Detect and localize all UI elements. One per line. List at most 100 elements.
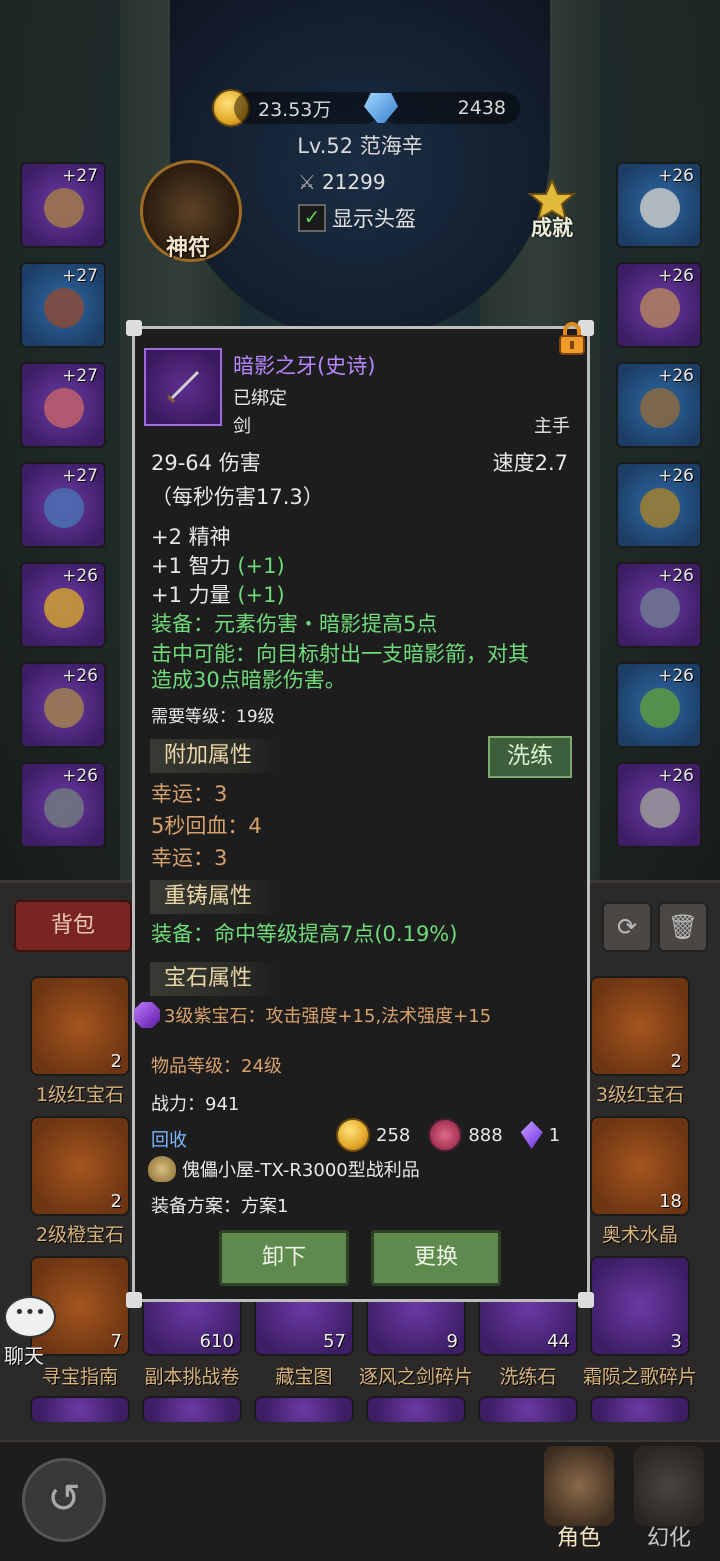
recycle-label[interactable]: 回收 [151,1126,187,1152]
helmet-icon [44,188,84,228]
wash-button[interactable]: 洗练 [488,736,572,778]
equip-slot-trinket1[interactable]: +26 [616,662,702,748]
ring-icon [640,588,680,628]
bag-tab[interactable]: 背包 [14,900,132,952]
enhance-level: +26 [658,166,694,186]
checkbox-checked-icon[interactable]: ✓ [298,204,326,232]
back-arrow-icon[interactable]: ↺ [22,1458,106,1542]
enhance-level: +27 [62,166,98,186]
item-count: 2 [670,1051,682,1072]
nav-illusion[interactable]: 幻化 [624,1446,714,1556]
item-name: 藏宝图 [275,1366,333,1388]
combat-power-value: 21299 [321,170,386,194]
combat-power: ⚔ 21299 [298,170,386,194]
nav-character[interactable]: 角色 [534,1446,624,1556]
bag-item[interactable] [30,1396,130,1422]
trash-icon[interactable]: 🗑 [658,902,708,952]
bag-item[interactable] [366,1396,466,1422]
chat-button[interactable]: ••• 聊天 [4,1296,56,1368]
gem-header: 宝石属性 [150,962,280,996]
item-name: 副本挑战卷 [144,1366,240,1388]
equip-slot-ring1[interactable]: +26 [616,462,702,548]
damage: 29-64 伤害 [151,451,261,475]
tooltip-corner [126,320,142,336]
sort-refresh-icon[interactable]: ⟳ [602,902,652,952]
nav-character-label: 角色 [556,1526,601,1551]
purple-crystal-icon [520,1121,543,1149]
rune-dust-icon [428,1118,463,1152]
shoulder-icon [44,388,84,428]
recycle-crystal: 1 [548,1124,561,1146]
equip-slot-wrist[interactable]: +26 [20,562,106,648]
item-count: 610 [199,1331,234,1352]
enhance-level: +26 [658,666,694,686]
bag-item[interactable] [590,1396,690,1422]
item-source: 傀儡小屋-TX-R3000型战利品 [148,1156,420,1182]
viking-helmet-icon [544,1446,614,1526]
trinket-icon [640,788,680,828]
bind-status: 已绑定 [233,388,287,409]
bag-item[interactable]: 3 [590,1256,690,1356]
bag-item[interactable]: 2 [30,1116,130,1216]
bag-item[interactable] [478,1396,578,1422]
recycle-gold: 258 [376,1124,411,1146]
legs-icon [640,288,680,328]
equip-slot-feet[interactable]: +26 [616,362,702,448]
nav-illusion-label: 幻化 [646,1526,691,1551]
item-count: 2 [110,1051,122,1072]
equip-slot-back[interactable]: +26 [616,162,702,248]
item-name: 3级红宝石 [595,1084,685,1106]
bag-item[interactable]: 18 [590,1116,690,1216]
enhance-level: +26 [658,566,694,586]
item-name: 洗练石 [499,1366,557,1388]
chat-bubble-icon: ••• [4,1296,56,1338]
rune-label: 神符 [165,236,210,261]
item-icon-frame [144,348,222,426]
equip-slot-ring2[interactable]: +26 [616,562,702,648]
gold-currency: 23.53万 [212,88,380,128]
item-level: 物品等级：24级 [151,1056,282,1077]
bag-item[interactable] [254,1396,354,1422]
item-name: 奥术水晶 [601,1224,678,1246]
diamond-currency: 2438 [364,88,520,128]
show-helmet-toggle[interactable]: ✓ 显示头盔 [298,203,416,233]
extra-attribute: 5秒回血：4 [151,814,262,838]
enhance-level: +26 [658,466,694,486]
item-count: 2 [110,1191,122,1212]
equip-slot-shoulder[interactable]: +27 [20,362,106,448]
equip-slot-legs[interactable]: +26 [616,262,702,348]
crossed-swords-icon: ⚔ [298,170,316,194]
lock-icon[interactable] [558,322,586,356]
enhance-level: +26 [62,566,98,586]
equip-slot-hands[interactable]: +26 [20,662,106,748]
diamond-amount: 2438 [382,92,520,124]
equip-slot-head[interactable]: +27 [20,162,106,248]
enhance-level: +26 [658,266,694,286]
equip-slot-neck[interactable]: +27 [20,262,106,348]
trinket-icon [640,688,680,728]
recycle-dust: 888 [468,1124,503,1146]
replace-button[interactable]: 更换 [371,1230,501,1286]
unequip-button[interactable]: 卸下 [219,1230,349,1286]
bag-item[interactable]: 2 [30,976,130,1076]
item-name: 霜陨之歌碎片 [582,1366,697,1388]
stat-bonus: (+1) [237,554,285,578]
equip-slot-waist[interactable]: +26 [20,762,106,848]
tooltip-corner [126,1292,142,1308]
enhance-level: +26 [658,366,694,386]
stat-bonus: (+1) [237,583,285,607]
bag-item[interactable] [142,1396,242,1422]
enhance-level: +26 [658,766,694,786]
skull-icon [640,188,680,228]
extra-attribute: 幸运：3 [151,846,228,870]
stat-line: +1 力量 (+1) [151,579,285,609]
spiked-helmet-icon [634,1446,704,1526]
item-count: 7 [110,1331,122,1352]
attack-speed: 速度2.7 [492,451,568,475]
tooltip-corner [578,1292,594,1308]
equip-slot-trinket2[interactable]: +26 [616,762,702,848]
enhance-level: +27 [62,466,98,486]
boots-icon [640,388,680,428]
bag-item[interactable]: 2 [590,976,690,1076]
equip-slot-chest[interactable]: +27 [20,462,106,548]
